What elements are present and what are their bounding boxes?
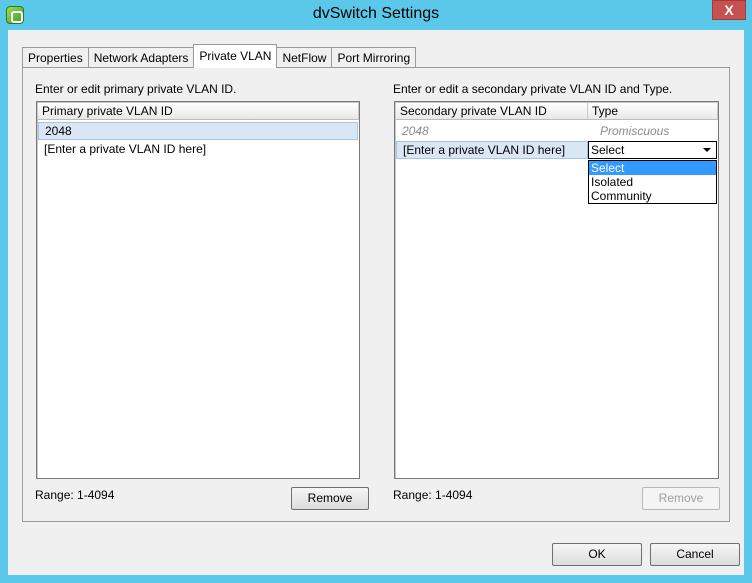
- secondary-vlan-list[interactable]: Secondary private VLAN ID Type 2048 Prom…: [394, 101, 719, 479]
- secondary-vlan-row-type[interactable]: Promiscuous: [594, 122, 714, 140]
- primary-range-label: Range: 1-4094: [35, 488, 115, 502]
- secondary-list-header: Secondary private VLAN ID Type: [396, 103, 718, 120]
- ok-button[interactable]: OK: [552, 543, 642, 566]
- type-select[interactable]: Select: [588, 141, 717, 159]
- tab-port-mirroring[interactable]: Port Mirroring: [331, 47, 417, 68]
- primary-list-header: Primary private VLAN ID: [38, 103, 359, 120]
- type-option-select[interactable]: Select: [589, 161, 716, 175]
- tab-strip: Properties Network Adapters Private VLAN…: [22, 44, 417, 68]
- primary-vlan-row[interactable]: 2048: [38, 122, 358, 140]
- tab-netflow[interactable]: NetFlow: [276, 47, 333, 68]
- title-bar: dvSwitch Settings X: [0, 0, 752, 30]
- window-title: dvSwitch Settings: [312, 5, 440, 22]
- type-select-value: Select: [591, 143, 625, 157]
- type-dropdown-list[interactable]: Select Isolated Community: [588, 160, 717, 204]
- secondary-range-label: Range: 1-4094: [393, 488, 473, 502]
- type-option-isolated[interactable]: Isolated: [589, 175, 716, 189]
- tab-properties[interactable]: Properties: [22, 47, 89, 68]
- primary-vlan-column-header[interactable]: Primary private VLAN ID: [38, 103, 359, 120]
- secondary-vlan-new-row[interactable]: [Enter a private VLAN ID here]: [396, 141, 588, 159]
- primary-instruction: Enter or edit primary private VLAN ID.: [35, 82, 237, 96]
- chevron-down-icon[interactable]: [700, 143, 714, 157]
- tab-network-adapters[interactable]: Network Adapters: [87, 47, 195, 68]
- dialog-body: Properties Network Adapters Private VLAN…: [8, 30, 744, 575]
- primary-vlan-list[interactable]: Primary private VLAN ID 2048 [Enter a pr…: [36, 101, 360, 479]
- cancel-button[interactable]: Cancel: [650, 543, 740, 566]
- type-option-community[interactable]: Community: [589, 189, 716, 203]
- secondary-vlan-column-header[interactable]: Secondary private VLAN ID: [396, 103, 588, 120]
- tab-private-vlan[interactable]: Private VLAN: [193, 44, 278, 68]
- secondary-vlan-row-id[interactable]: 2048: [396, 122, 586, 140]
- type-column-header[interactable]: Type: [588, 103, 718, 120]
- close-button[interactable]: X: [712, 0, 746, 20]
- primary-vlan-new-row[interactable]: [Enter a private VLAN ID here]: [38, 140, 358, 158]
- private-vlan-panel: Enter or edit primary private VLAN ID. P…: [22, 67, 730, 522]
- primary-remove-button[interactable]: Remove: [291, 487, 369, 510]
- secondary-instruction: Enter or edit a secondary private VLAN I…: [393, 82, 673, 96]
- secondary-remove-button[interactable]: Remove: [642, 487, 720, 510]
